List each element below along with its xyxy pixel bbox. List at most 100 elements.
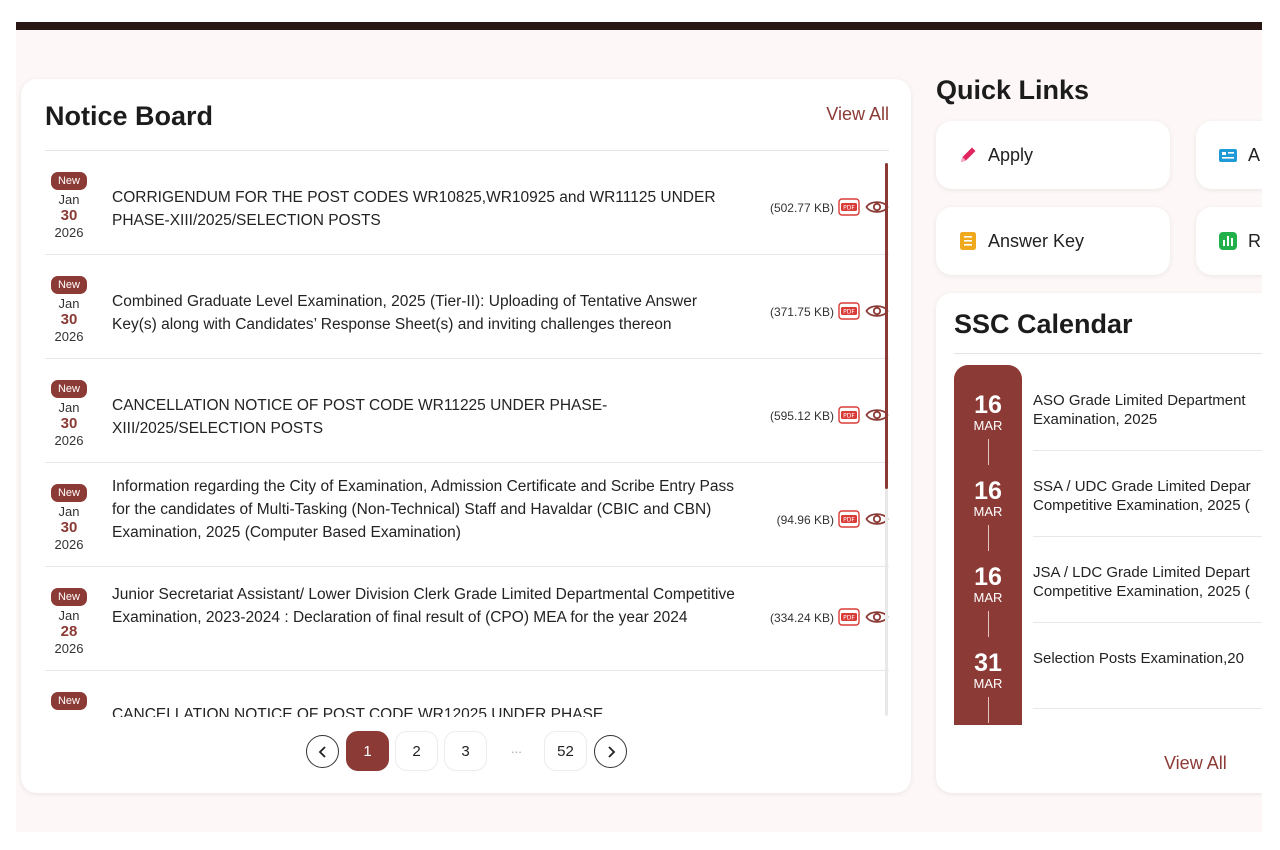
- calendar-month: MAR: [973, 676, 1003, 691]
- notice-day: 30: [60, 519, 78, 536]
- calendar-month: MAR: [973, 504, 1003, 519]
- scrollbar-thumb[interactable]: [885, 163, 888, 489]
- divider: [1033, 708, 1262, 709]
- notice-link[interactable]: Junior Secretariat Assistant/ Lower Divi…: [112, 583, 742, 629]
- pdf-icon[interactable]: PDF: [838, 406, 860, 424]
- quick-link-label: Apply: [988, 144, 1034, 165]
- calendar-day: 31: [974, 649, 1002, 677]
- calendar-view-all-link[interactable]: View All: [1164, 753, 1227, 774]
- notice-row[interactable]: New Jan 30 2026 Combined Graduate Level …: [45, 255, 889, 359]
- pdf-icon-label: PDF: [843, 309, 855, 316]
- calendar-item[interactable]: 31 MAR Selection Posts Examination,20: [954, 623, 1262, 723]
- page-button-3[interactable]: 3: [444, 731, 487, 771]
- notice-day: 28: [60, 623, 78, 640]
- calendar-event-line: Examination, 2025: [1033, 411, 1158, 428]
- next-page-button[interactable]: [594, 735, 627, 768]
- new-badge: New: [50, 692, 87, 710]
- divider: [954, 353, 1262, 354]
- pdf-icon[interactable]: PDF: [838, 198, 860, 216]
- page: Notice Board View All New Jan 30 2026 CO…: [16, 22, 1262, 832]
- quick-link-label: A: [1248, 144, 1261, 165]
- notice-date: New Jan 30 2026: [45, 171, 93, 241]
- notice-month: Jan: [58, 296, 80, 311]
- pdf-icon-label: PDF: [843, 413, 855, 420]
- calendar-month: MAR: [973, 418, 1003, 433]
- new-badge: New: [50, 380, 87, 398]
- notice-month: Jan: [58, 608, 80, 623]
- pagination-ellipsis: ...: [511, 741, 522, 756]
- notice-link[interactable]: Combined Graduate Level Examination, 202…: [112, 290, 742, 336]
- calendar-item[interactable]: 16 MAR SSA / UDC Grade Limited Depar Com…: [954, 451, 1262, 551]
- file-size: (334.24 KB): [769, 611, 834, 625]
- quick-link-result[interactable]: R: [1196, 207, 1262, 275]
- calendar-month: MAR: [973, 590, 1003, 605]
- notice-year: 2026: [54, 537, 84, 552]
- calendar-event-line: Competitive Examination, 2025 (: [1033, 583, 1250, 600]
- quick-link-label: Answer Key: [988, 230, 1085, 251]
- new-badge: New: [50, 172, 87, 190]
- calendar-event-text: SSA / UDC Grade Limited Depar Competitiv…: [1033, 477, 1262, 515]
- quick-link-label: R: [1248, 230, 1261, 251]
- notice-day: 30: [60, 311, 78, 328]
- ssc-calendar-card: SSC Calendar 16 MAR ASO Grade Limited De…: [936, 293, 1262, 793]
- calendar-event-line: Competitive Examination, 2025 (: [1033, 497, 1250, 514]
- notice-board-title: Notice Board: [45, 101, 214, 131]
- page-button-2[interactable]: 2: [395, 731, 438, 771]
- chevron-right-icon: [607, 745, 615, 758]
- result-chart-icon: [1218, 231, 1238, 251]
- file-size: (502.77 KB): [769, 201, 834, 215]
- page-button-1[interactable]: 1: [346, 731, 389, 771]
- quick-link-answer-key[interactable]: Answer Key: [936, 207, 1170, 275]
- pencil-icon: [958, 145, 978, 165]
- calendar-title: SSC Calendar: [954, 309, 1133, 339]
- new-badge: New: [50, 276, 87, 294]
- pdf-icon[interactable]: PDF: [838, 608, 860, 626]
- chevron-left-icon: [318, 745, 326, 758]
- notice-link[interactable]: Information regarding the City of Examin…: [112, 475, 742, 544]
- notice-date: New Jan 30 2026: [45, 483, 93, 553]
- calendar-date: 16 MAR: [954, 451, 1022, 551]
- file-size: (371.75 KB): [769, 305, 834, 319]
- calendar-event-line: ASO Grade Limited Department: [1033, 392, 1246, 409]
- quick-links-title: Quick Links: [936, 75, 1090, 105]
- pdf-icon[interactable]: PDF: [838, 510, 860, 528]
- notice-month: Jan: [58, 504, 80, 519]
- notice-row[interactable]: New Jan 30 2026 CORRIGENDUM FOR THE POST…: [45, 151, 889, 255]
- notice-board-view-all-link[interactable]: View All: [826, 104, 889, 125]
- notice-row[interactable]: New Jan 30 2026 CANCELLATION NOTICE OF P…: [45, 359, 889, 463]
- calendar-item[interactable]: 16 MAR ASO Grade Limited Department Exam…: [954, 365, 1262, 465]
- calendar-date: 16 MAR: [954, 537, 1022, 637]
- pdf-icon-label: PDF: [843, 615, 855, 622]
- calendar-item[interactable]: 16 MAR JSA / LDC Grade Limited Depart Co…: [954, 537, 1262, 637]
- notice-day: 30: [60, 415, 78, 432]
- notice-year: 2026: [54, 225, 84, 240]
- notice-date: New Jan 28 2026: [45, 587, 93, 657]
- new-badge: New: [50, 484, 87, 502]
- prev-page-button[interactable]: [306, 735, 339, 768]
- notice-link[interactable]: CORRIGENDUM FOR THE POST CODES WR10825,W…: [112, 186, 742, 232]
- quick-link-apply[interactable]: Apply: [936, 121, 1170, 189]
- timeline-tick: [987, 697, 989, 723]
- calendar-event-text: Selection Posts Examination,20: [1033, 649, 1262, 668]
- notice-row[interactable]: New Jan 28 2026 Junior Secretariat Assis…: [45, 567, 889, 671]
- notice-scrollbar[interactable]: [885, 163, 888, 716]
- notice-date: New Jan 30 2026: [45, 275, 93, 345]
- notice-month: Jan: [58, 400, 80, 415]
- quick-link-admit[interactable]: A: [1196, 121, 1262, 189]
- calendar-day: 16: [974, 563, 1002, 591]
- notice-link[interactable]: CANCELLATION NOTICE OF POST CODE WR11225…: [112, 394, 742, 440]
- pdf-icon-label: PDF: [843, 205, 855, 212]
- pdf-icon[interactable]: PDF: [838, 302, 860, 320]
- pdf-icon-label: PDF: [843, 517, 855, 524]
- page-button-last[interactable]: 52: [544, 731, 587, 771]
- admit-card-icon: [1218, 145, 1238, 165]
- notice-row[interactable]: New CANCELLATION NOTICE OF POST CODE WR1…: [45, 671, 889, 717]
- notice-row[interactable]: New Jan 30 2026 Information regarding th…: [45, 463, 889, 567]
- notice-link[interactable]: CANCELLATION NOTICE OF POST CODE WR12025…: [112, 703, 742, 717]
- new-badge: New: [50, 588, 87, 606]
- notice-month: Jan: [58, 192, 80, 207]
- notice-year: 2026: [54, 641, 84, 656]
- notice-list[interactable]: New Jan 30 2026 CORRIGENDUM FOR THE POST…: [45, 151, 889, 717]
- calendar-event-text: JSA / LDC Grade Limited Depart Competiti…: [1033, 563, 1262, 601]
- calendar-day: 16: [974, 391, 1002, 419]
